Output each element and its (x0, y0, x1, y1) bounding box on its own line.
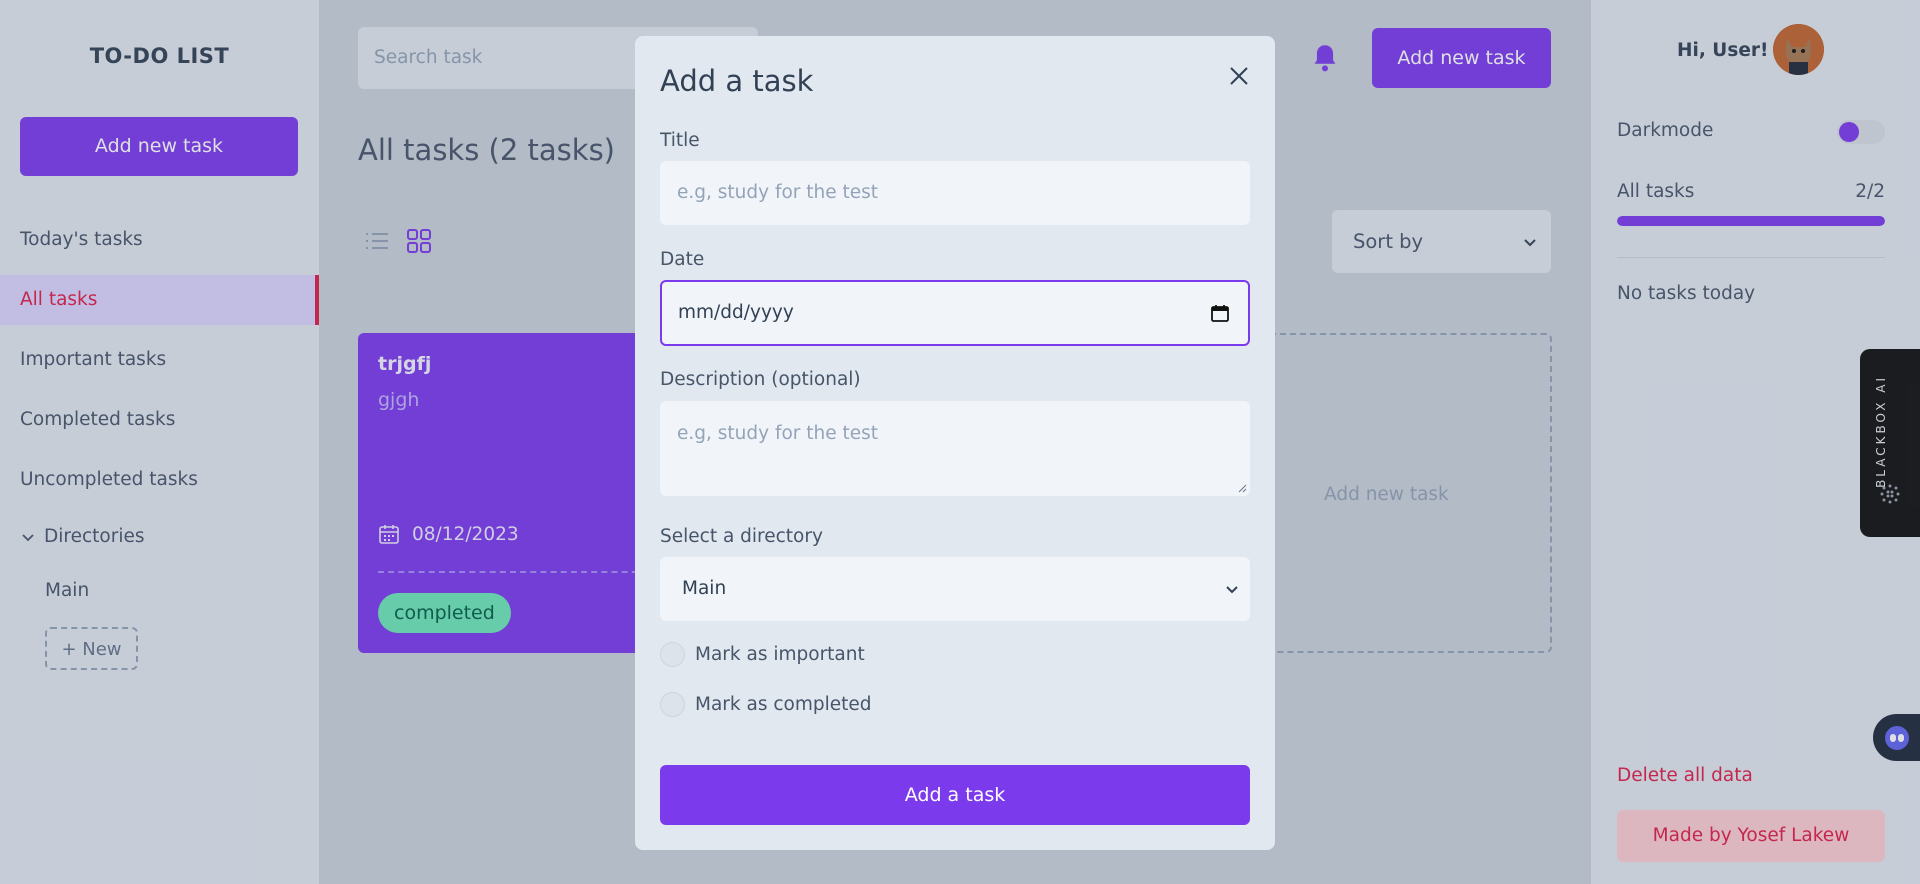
mark-completed-checkbox[interactable]: Mark as completed (660, 692, 872, 717)
directory-select[interactable]: Main (660, 557, 1250, 621)
title-label: Title (660, 130, 700, 151)
mark-important-checkbox[interactable]: Mark as important (660, 642, 865, 667)
add-task-modal: Add a task Title e.g, study for the test… (635, 36, 1275, 850)
description-placeholder: e.g, study for the test (677, 423, 879, 444)
calendar-icon[interactable] (1210, 303, 1230, 323)
checkbox-circle[interactable] (660, 642, 685, 667)
date-label: Date (660, 249, 705, 270)
resize-handle-icon[interactable] (1237, 483, 1247, 493)
add-task-submit-button[interactable]: Add a task (660, 765, 1250, 825)
title-input[interactable]: e.g, study for the test (660, 161, 1250, 225)
description-label: Description (optional) (660, 369, 861, 390)
directory-selected-value: Main (682, 578, 727, 599)
chevron-down-icon (1226, 586, 1238, 594)
description-textarea[interactable]: e.g, study for the test (660, 401, 1250, 496)
date-placeholder: mm/dd/yyyy (678, 302, 794, 323)
directory-label: Select a directory (660, 526, 823, 547)
checkbox-circle[interactable] (660, 692, 685, 717)
modal-title: Add a task (660, 64, 814, 98)
close-icon[interactable] (1227, 64, 1251, 88)
date-input[interactable]: mm/dd/yyyy (660, 280, 1250, 346)
mark-important-label: Mark as important (695, 644, 865, 665)
mark-completed-label: Mark as completed (695, 694, 872, 715)
